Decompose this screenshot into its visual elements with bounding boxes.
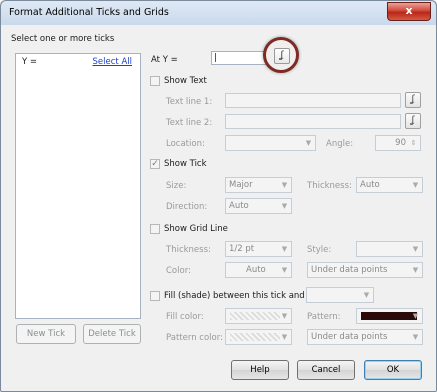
text-line2-label: Text line 2:: [166, 118, 213, 128]
grid-style-label: Style:: [307, 245, 332, 255]
chevron-down-icon: ▼: [363, 291, 370, 299]
tick-list[interactable]: Y = Select All: [15, 53, 141, 319]
show-grid-label: Show Grid Line: [164, 224, 228, 234]
pattern-color-label: Pattern color:: [166, 333, 223, 343]
text-line1-input[interactable]: [225, 93, 401, 108]
title-bar: Format Additional Ticks and Grids x: [1, 1, 436, 25]
fill-color-select[interactable]: ▼: [225, 308, 292, 324]
chevron-down-icon: ▼: [412, 266, 419, 274]
angle-spinner[interactable]: 90 ⇕: [375, 135, 421, 151]
tick-direction-value: Auto: [229, 201, 249, 211]
close-button[interactable]: x: [387, 2, 431, 21]
text-line2-input[interactable]: [225, 114, 401, 129]
fill-checkbox[interactable]: [150, 291, 160, 301]
grid-color-label: Color:: [166, 266, 191, 276]
tick-thickness-value: Auto: [360, 180, 380, 190]
cancel-button[interactable]: Cancel: [297, 360, 355, 380]
close-icon: x: [405, 4, 413, 17]
at-y-input[interactable]: |: [211, 51, 268, 65]
chevron-down-icon: ▼: [281, 245, 288, 253]
chevron-down-icon: ▼: [281, 266, 288, 274]
tick-size-select[interactable]: Major ▼: [225, 177, 292, 193]
tick-thickness-label: Thickness:: [307, 181, 352, 191]
window-title: Format Additional Ticks and Grids: [9, 7, 169, 18]
highlight-ring: ʆ: [263, 37, 299, 73]
tick-size-value: Major: [229, 180, 253, 190]
select-all-link[interactable]: Select All: [93, 57, 132, 67]
text-line1-formula-icon[interactable]: ʆ: [405, 92, 421, 108]
pattern-color-select[interactable]: ▼: [225, 329, 292, 345]
fill-layer-value: Under data points: [311, 332, 388, 342]
chevron-down-icon: ▼: [281, 333, 288, 341]
show-tick-checkbox[interactable]: ✓: [150, 159, 160, 169]
pattern-select[interactable]: ▼: [356, 308, 423, 324]
formula-builder-icon[interactable]: ʆ: [274, 48, 290, 64]
text-line2-formula-icon[interactable]: ʆ: [405, 113, 421, 129]
chevron-down-icon: ▼: [412, 245, 419, 253]
grid-color-select[interactable]: Auto ▼: [225, 262, 292, 278]
show-text-label: Show Text: [164, 76, 207, 86]
location-label: Location:: [166, 139, 205, 149]
grid-thickness-label: Thickness:: [166, 245, 211, 255]
fill-target-select[interactable]: ▼: [306, 287, 374, 303]
delete-tick-button[interactable]: Delete Tick: [83, 324, 141, 344]
ticks-prompt: Select one or more ticks: [11, 34, 115, 44]
chevron-down-icon: ▼: [281, 202, 288, 210]
tick-direction-label: Direction:: [166, 202, 208, 212]
grid-thickness-select[interactable]: 1/2 pt ▼: [225, 241, 292, 257]
fill-color-swatch: [230, 312, 280, 320]
grid-layer-value: Under data points: [311, 265, 388, 275]
chevron-down-icon: ▼: [281, 181, 288, 189]
fill-layer-select[interactable]: Under data points ▼: [307, 329, 423, 345]
tick-thickness-select[interactable]: Auto ▼: [356, 177, 423, 193]
tick-item-label: Y =: [22, 57, 38, 67]
chevron-down-icon: ▼: [305, 139, 312, 147]
fill-label: Fill (shade) between this tick and Y =: [164, 291, 323, 301]
chevron-down-icon: ▼: [281, 312, 288, 320]
fill-color-label: Fill color:: [166, 312, 204, 322]
ok-button[interactable]: OK: [364, 360, 422, 380]
help-button[interactable]: Help: [231, 360, 289, 380]
show-tick-label: Show Tick: [164, 159, 207, 169]
pattern-color-swatch: [230, 333, 280, 341]
angle-value: 90: [395, 138, 406, 148]
location-select[interactable]: ▼: [225, 135, 316, 151]
grid-style-select[interactable]: ▼: [356, 241, 423, 257]
chevron-down-icon: ▼: [412, 181, 419, 189]
dialog-window: Format Additional Ticks and Grids x Sele…: [0, 0, 437, 392]
text-cursor: |: [214, 53, 218, 63]
chevron-down-icon: ▼: [412, 312, 419, 320]
grid-thickness-value: 1/2 pt: [229, 244, 255, 254]
at-y-label: At Y =: [151, 55, 178, 65]
chevron-down-icon: ▼: [412, 333, 419, 341]
pattern-label: Pattern:: [307, 312, 341, 322]
show-grid-checkbox[interactable]: [150, 224, 160, 234]
tick-direction-select[interactable]: Auto ▼: [225, 198, 292, 214]
grid-color-value: Auto: [246, 265, 266, 275]
spinner-arrows-icon[interactable]: ⇕: [407, 136, 420, 150]
angle-label: Angle:: [326, 139, 354, 149]
list-item[interactable]: Y = Select All: [22, 57, 134, 69]
show-text-checkbox[interactable]: [150, 76, 160, 86]
new-tick-button[interactable]: New Tick: [16, 324, 76, 344]
text-line1-label: Text line 1:: [166, 97, 213, 107]
tick-size-label: Size:: [166, 181, 187, 191]
grid-layer-select[interactable]: Under data points ▼: [307, 262, 423, 278]
